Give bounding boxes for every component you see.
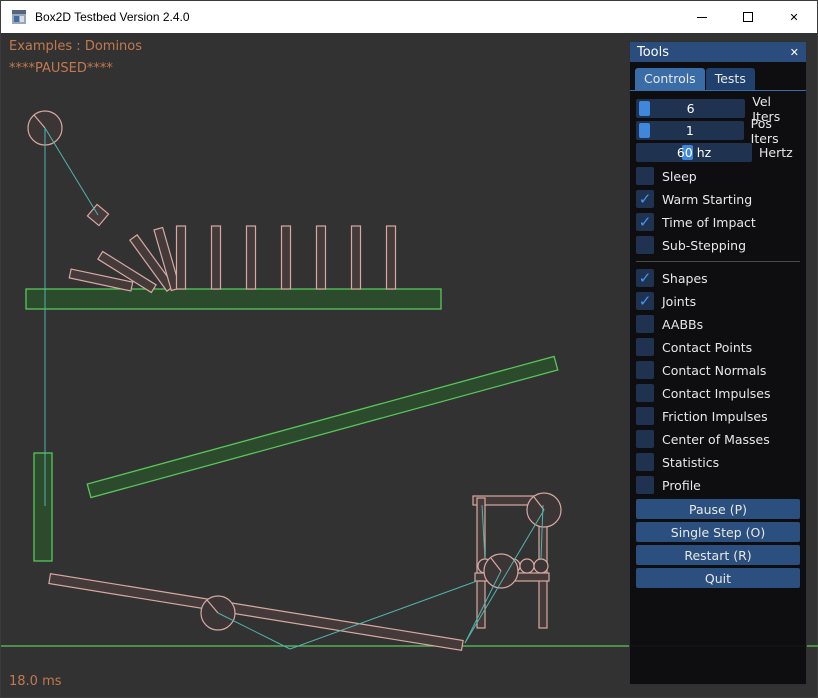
panel-content: 6 Vel Iters 1 Pos Iters 60 hz: [630, 91, 806, 596]
frame-time-label: 18.0 ms: [9, 674, 62, 689]
checkbox-warm-starting[interactable]: ✓ Warm Starting: [636, 190, 800, 208]
checkbox-label: Contact Impulses: [662, 386, 771, 401]
tab-controls[interactable]: Controls: [635, 68, 705, 90]
app-icon: [11, 9, 27, 25]
checkbox-contact-impulses[interactable]: ✓ Contact Impulses: [636, 384, 800, 402]
slider-grab[interactable]: [639, 123, 650, 138]
checkbox-box[interactable]: ✓: [636, 361, 654, 379]
checkbox-center-of-masses[interactable]: ✓ Center of Masses: [636, 430, 800, 448]
checkbox-label: Center of Masses: [662, 432, 770, 447]
checkbox-box[interactable]: ✓: [636, 338, 654, 356]
checkbox-box[interactable]: ✓: [636, 269, 654, 287]
checkbox-box[interactable]: ✓: [636, 453, 654, 471]
slider-grab[interactable]: [639, 101, 650, 116]
hertz-row: 60 hz Hertz: [636, 143, 800, 162]
checkbox-label: Shapes: [662, 271, 708, 286]
single-step-button[interactable]: Single Step (O): [636, 522, 800, 542]
checkbox-box[interactable]: ✓: [636, 315, 654, 333]
close-button[interactable]: ✕: [771, 1, 817, 33]
slider-label: Hertz: [759, 145, 793, 160]
panel-close-icon[interactable]: ✕: [790, 46, 799, 59]
minimize-icon: [697, 17, 707, 18]
close-icon: ✕: [789, 11, 798, 24]
tools-panel-title: Tools: [637, 45, 669, 60]
slider-value: 60 hz: [677, 145, 711, 160]
checkbox-statistics[interactable]: ✓ Statistics: [636, 453, 800, 471]
minimize-button[interactable]: [679, 1, 725, 33]
tools-panel: Tools ✕ Controls Tests 6 Vel Iters: [629, 41, 807, 685]
checkbox-friction-impulses[interactable]: ✓ Friction Impulses: [636, 407, 800, 425]
physics-canvas[interactable]: Examples : Dominos ****PAUSED**** 18.0 m…: [1, 33, 817, 697]
fallen-dominoes[interactable]: [69, 227, 180, 292]
checkbox-label: AABBs: [662, 317, 703, 332]
tab-bar: Controls Tests: [630, 62, 806, 91]
checkbox-shapes[interactable]: ✓ Shapes: [636, 269, 800, 287]
domino-shelf: [26, 289, 441, 309]
checkbox-time-of-impact[interactable]: ✓ Time of Impact: [636, 213, 800, 231]
checkbox-box[interactable]: ✓: [636, 407, 654, 425]
example-label: Examples : Dominos: [9, 39, 142, 54]
checkbox-joints[interactable]: ✓ Joints: [636, 292, 800, 310]
checkbox-sleep[interactable]: ✓ Sleep: [636, 167, 800, 185]
quit-button[interactable]: Quit: [636, 568, 800, 588]
window-title: Box2D Testbed Version 2.4.0: [35, 10, 190, 24]
paused-label: ****PAUSED****: [9, 61, 113, 76]
checkbox-contact-points[interactable]: ✓ Contact Points: [636, 338, 800, 356]
slider-label: Pos Iters: [751, 116, 800, 146]
separator: [636, 261, 800, 262]
check-icon: ✓: [639, 271, 652, 286]
checkbox-label: Contact Normals: [662, 363, 766, 378]
vertical-post: [34, 453, 52, 561]
app-window: Box2D Testbed Version 2.4.0 ✕: [0, 0, 818, 698]
checkbox-box[interactable]: ✓: [636, 167, 654, 185]
pos-iters-row: 1 Pos Iters: [636, 121, 800, 140]
check-icon: ✓: [639, 215, 652, 230]
checkbox-label: Joints: [662, 294, 696, 309]
vel-iters-slider[interactable]: 6: [636, 99, 745, 118]
checkbox-sub-stepping[interactable]: ✓ Sub-Stepping: [636, 236, 800, 254]
checkbox-aabbs[interactable]: ✓ AABBs: [636, 315, 800, 333]
checkbox-box[interactable]: ✓: [636, 476, 654, 494]
checkbox-box[interactable]: ✓: [636, 292, 654, 310]
standing-dominoes[interactable]: [177, 226, 396, 289]
checkbox-box[interactable]: ✓: [636, 190, 654, 208]
bottom-plank[interactable]: [49, 574, 463, 651]
checkbox-label: Statistics: [662, 455, 719, 470]
hertz-slider[interactable]: 60 hz: [636, 143, 752, 162]
slider-value: 6: [687, 101, 695, 116]
window-titlebar: Box2D Testbed Version 2.4.0 ✕: [1, 1, 817, 33]
slider-value: 1: [686, 123, 694, 138]
checkbox-box[interactable]: ✓: [636, 384, 654, 402]
checkbox-label: Friction Impulses: [662, 409, 768, 424]
check-icon: ✓: [639, 192, 652, 207]
restart-button[interactable]: Restart (R): [636, 545, 800, 565]
checkbox-profile[interactable]: ✓ Profile: [636, 476, 800, 494]
checkbox-label: Profile: [662, 478, 701, 493]
tools-panel-titlebar[interactable]: Tools ✕: [630, 42, 806, 62]
maximize-icon: [743, 12, 753, 22]
angled-plank-static: [87, 356, 558, 497]
checkbox-box[interactable]: ✓: [636, 430, 654, 448]
checkbox-label: Warm Starting: [662, 192, 752, 207]
window-controls: ✕: [679, 1, 817, 33]
check-icon: ✓: [639, 294, 652, 309]
checkbox-contact-normals[interactable]: ✓ Contact Normals: [636, 361, 800, 379]
pause-button[interactable]: Pause (P): [636, 499, 800, 519]
checkbox-label: Sub-Stepping: [662, 238, 746, 253]
checkbox-label: Contact Points: [662, 340, 752, 355]
checkbox-box[interactable]: ✓: [636, 236, 654, 254]
maximize-button[interactable]: [725, 1, 771, 33]
checkbox-label: Sleep: [662, 169, 697, 184]
tab-tests[interactable]: Tests: [706, 68, 755, 90]
checkbox-label: Time of Impact: [662, 215, 756, 230]
checkbox-box[interactable]: ✓: [636, 213, 654, 231]
pos-iters-slider[interactable]: 1: [636, 121, 744, 140]
